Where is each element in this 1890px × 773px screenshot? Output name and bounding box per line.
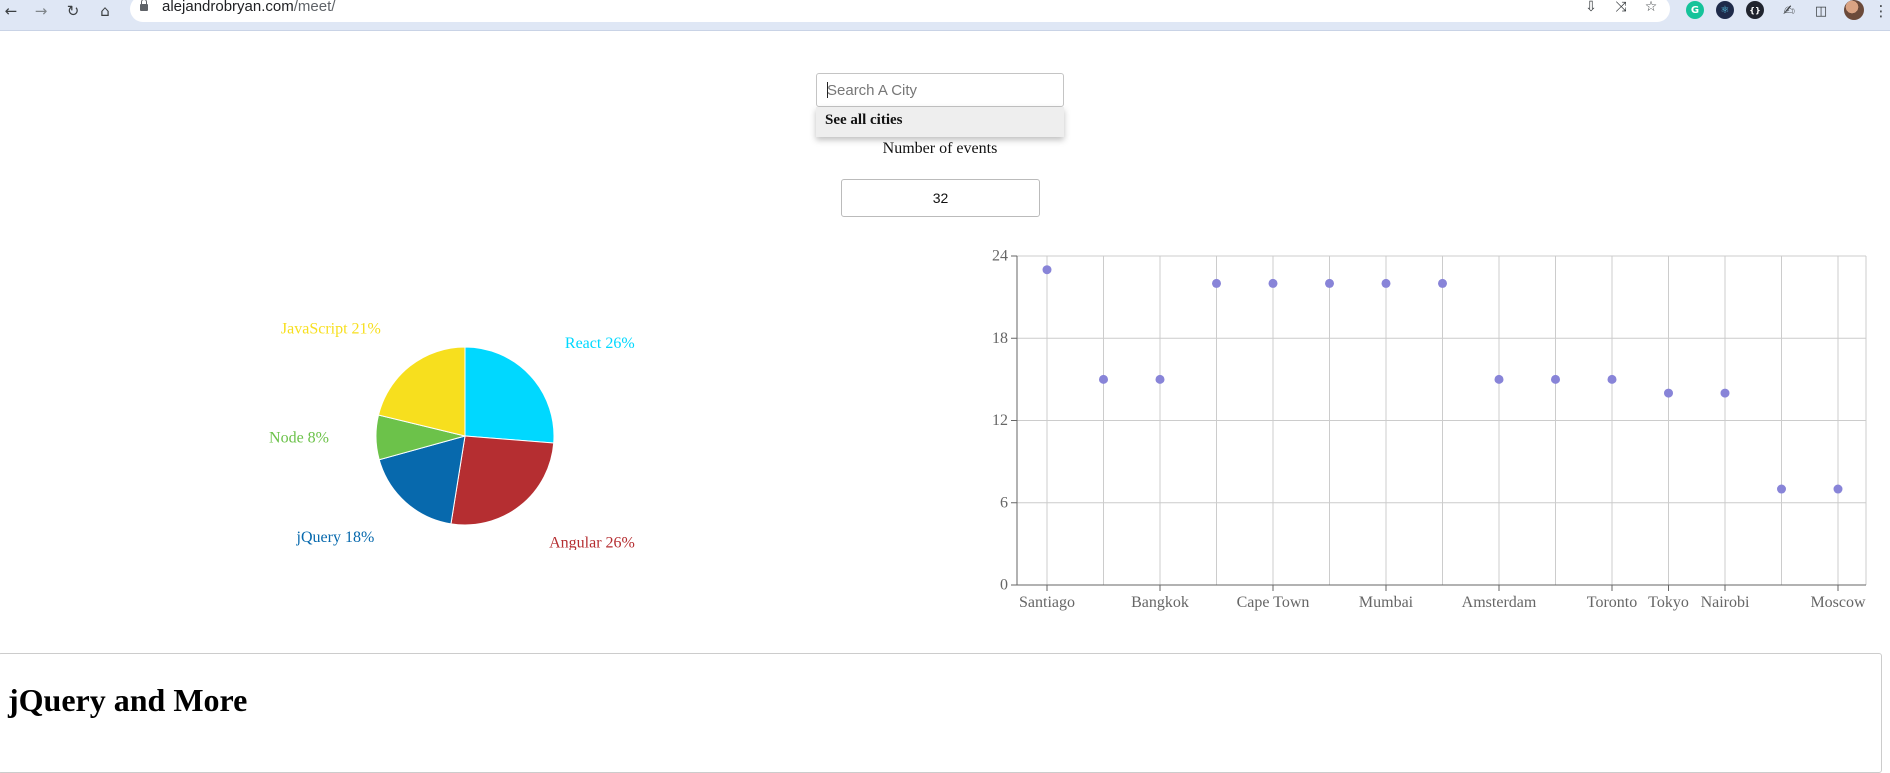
suggestions-list: See all cities: [816, 107, 1064, 137]
scatter-point: [1042, 265, 1052, 275]
react-devtools-icon[interactable]: ⚛: [1716, 1, 1734, 19]
x-tick-label: Tokyo: [1648, 594, 1689, 611]
reload-icon[interactable]: ↻: [62, 0, 84, 22]
x-tick-label: Toronto: [1587, 594, 1637, 611]
scatter-point: [1664, 388, 1673, 398]
scatter-point: [1720, 388, 1730, 398]
number-of-events-label: Number of events: [882, 140, 998, 157]
pie-label-node: Node 8%: [269, 430, 329, 447]
profile-avatar[interactable]: [1844, 0, 1864, 20]
text-caret: [827, 82, 828, 98]
genre-pie-chart: React 26% Angular 26% jQuery 18% Node 8% Jav…: [269, 321, 635, 550]
pie-label-jquery: jQuery 18%: [296, 529, 375, 546]
menu-icon[interactable]: ⋮: [1874, 0, 1889, 22]
number-of-events-input[interactable]: 32: [841, 179, 1040, 217]
forward-icon[interactable]: →: [30, 0, 52, 22]
lock-icon[interactable]: [140, 0, 148, 11]
grammarly-icon[interactable]: G: [1686, 1, 1704, 19]
pie-label-react: React 26%: [565, 335, 635, 352]
share-icon[interactable]: ⤨: [1610, 0, 1632, 18]
scatter-point: [1607, 374, 1617, 384]
bookmark-star-icon[interactable]: ☆: [1640, 0, 1662, 18]
x-tick-label: Santiago: [1019, 594, 1075, 611]
y-tick-label: 0: [1000, 577, 1008, 594]
x-tick-label: Nairobi: [1701, 594, 1750, 611]
url-domain: alejandrobryan.com: [162, 0, 294, 15]
scatter-point: [1438, 278, 1447, 288]
pie-slice-angular: [450, 435, 555, 526]
scatter-point: [1155, 374, 1165, 384]
x-tick-label: Moscow: [1810, 594, 1866, 611]
browser-toolbar: ← → ↻ ⌂ alejandrobryan.com/meet/ ⇩ ⤨ ☆ G…: [0, 0, 1890, 31]
x-tick-label: Bangkok: [1131, 594, 1189, 611]
home-icon[interactable]: ⌂: [94, 0, 116, 22]
pie-label-javascript: JavaScript 21%: [281, 321, 381, 338]
address-bar[interactable]: alejandrobryan.com/meet/ ⇩ ⤨ ☆: [130, 0, 1670, 22]
json-viewer-icon[interactable]: {}: [1746, 1, 1764, 19]
url-text[interactable]: alejandrobryan.com/meet/: [162, 0, 335, 15]
scatter-point: [1777, 484, 1786, 494]
pie-slice-react: [464, 346, 555, 444]
scatter-point: [1268, 278, 1278, 288]
back-icon[interactable]: ←: [0, 0, 22, 22]
scatter-point: [1381, 278, 1391, 288]
x-tick-label: Cape Town: [1237, 594, 1310, 611]
scatter-point: [1212, 278, 1221, 288]
url-path: /meet/: [293, 0, 336, 15]
scatter-point: [1551, 374, 1560, 384]
extensions-icon[interactable]: ✍: [1778, 0, 1800, 22]
x-tick-label: Mumbai: [1359, 594, 1414, 611]
scatter-point: [1325, 278, 1334, 288]
event-title: jQuery and More: [8, 682, 248, 718]
y-tick-label: 24: [992, 248, 1008, 265]
city-search-input[interactable]: [816, 73, 1064, 107]
side-panel-icon[interactable]: ◫: [1810, 0, 1832, 22]
event-card: [0, 653, 1882, 773]
scatter-point: [1494, 374, 1504, 384]
pie-label-angular: Angular 26%: [549, 534, 635, 550]
x-tick-label: Amsterdam: [1462, 594, 1537, 611]
y-tick-label: 18: [992, 330, 1008, 347]
scatter-point: [1833, 484, 1843, 494]
see-all-cities-option[interactable]: See all cities: [825, 112, 902, 129]
install-icon[interactable]: ⇩: [1580, 0, 1602, 18]
y-tick-label: 12: [992, 412, 1008, 429]
number-of-events-value: 32: [932, 190, 949, 206]
events-scatter-chart: 0 6 12 18 24 Santiago Bangkok Cape Town Mumbai Am…: [992, 248, 1867, 611]
y-tick-label: 6: [1000, 494, 1008, 511]
scatter-point: [1099, 374, 1108, 384]
